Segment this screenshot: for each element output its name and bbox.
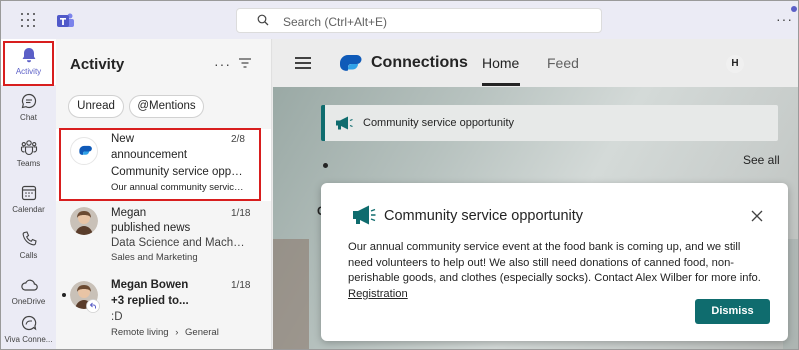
item-count: 1/18 bbox=[231, 208, 251, 219]
app-launcher-icon[interactable] bbox=[21, 13, 35, 27]
dismiss-button[interactable]: Dismiss bbox=[695, 299, 770, 324]
rail-label: OneDrive bbox=[11, 297, 46, 306]
announcement-dialog: Community service opportunity Our annual… bbox=[321, 183, 788, 341]
rail-item-chat[interactable]: Chat bbox=[1, 85, 56, 131]
item-preview-team: General bbox=[185, 327, 219, 338]
filter-mentions-button[interactable]: @Mentions bbox=[129, 95, 204, 118]
registration-link[interactable]: Registration bbox=[348, 288, 408, 300]
rail-item-teams[interactable]: Teams bbox=[1, 131, 56, 177]
activity-item[interactable]: Megan 1/18 published news Data Science a… bbox=[56, 201, 271, 265]
teams-icon bbox=[20, 140, 38, 156]
rail-label: Calendar bbox=[12, 205, 45, 214]
close-icon[interactable] bbox=[751, 210, 763, 222]
tab-home[interactable]: Home bbox=[482, 55, 519, 71]
highlight-box-activity bbox=[3, 41, 54, 86]
item-subtitle: :D bbox=[111, 311, 123, 323]
megaphone-icon bbox=[353, 205, 376, 225]
item-title-line2: +3 replied to... bbox=[111, 295, 189, 307]
item-preview: Sales and Marketing bbox=[111, 252, 198, 263]
tab-active-indicator bbox=[482, 83, 520, 86]
teams-window: Search (Ctrl+Alt+E) ··· Activity Chat Te… bbox=[0, 0, 799, 350]
highlight-box-selected-item bbox=[59, 128, 261, 201]
rail-label: Viva Conne... bbox=[4, 335, 53, 344]
item-subtitle: Data Science and Machin... bbox=[111, 237, 246, 249]
search-placeholder: Search (Ctrl+Alt+E) bbox=[283, 15, 388, 29]
avatar[interactable]: H bbox=[726, 55, 744, 73]
chevron-right-icon: › bbox=[175, 327, 179, 338]
unread-dot bbox=[62, 293, 66, 297]
filter-icon[interactable] bbox=[238, 57, 252, 69]
chat-icon bbox=[21, 93, 37, 109]
teams-logo-icon bbox=[57, 13, 74, 27]
more-options-button[interactable]: ··· bbox=[776, 11, 793, 27]
announcement-banner[interactable]: Community service opportunity bbox=[321, 105, 778, 141]
activity-title: Activity bbox=[70, 56, 125, 73]
bullet-marker bbox=[323, 163, 328, 168]
item-count: 1/18 bbox=[231, 280, 251, 291]
filter-unread-button[interactable]: Unread bbox=[68, 95, 124, 118]
reply-icon bbox=[86, 299, 100, 313]
tab-feed[interactable]: Feed bbox=[547, 55, 579, 71]
banner-text: Community service opportunity bbox=[363, 117, 515, 129]
dialog-body: Our annual community service event at th… bbox=[348, 240, 768, 302]
app-header: Connections Home Feed H bbox=[273, 39, 798, 87]
connections-logo-icon bbox=[340, 55, 362, 71]
rail-item-viva-connections[interactable]: Viva Conne... bbox=[1, 307, 56, 349]
notification-dot bbox=[791, 6, 797, 12]
see-all-link[interactable]: See all bbox=[743, 153, 780, 167]
search-input[interactable]: Search (Ctrl+Alt+E) bbox=[236, 8, 602, 33]
item-title-line1: Megan Bowen bbox=[111, 279, 189, 291]
rail-item-calendar[interactable]: Calendar bbox=[1, 177, 56, 223]
dialog-body-text: Our annual community service event at th… bbox=[348, 241, 761, 284]
phone-icon bbox=[22, 231, 37, 246]
search-icon bbox=[257, 14, 269, 26]
rail-item-calls[interactable]: Calls bbox=[1, 223, 56, 269]
viva-connections-icon bbox=[21, 315, 37, 331]
rail-label: Chat bbox=[20, 113, 37, 122]
news-tile bbox=[273, 239, 309, 349]
rail-label: Calls bbox=[19, 251, 38, 260]
rail-label: Teams bbox=[16, 159, 41, 168]
item-title-line1: Megan bbox=[111, 207, 147, 219]
hamburger-menu-icon[interactable] bbox=[295, 57, 311, 69]
cloud-icon bbox=[21, 279, 38, 291]
calendar-icon bbox=[21, 185, 37, 201]
item-preview: Remote living › General bbox=[111, 327, 246, 338]
megaphone-icon bbox=[336, 116, 353, 130]
item-title-line2: published news bbox=[111, 222, 191, 234]
item-preview-channel: Remote living bbox=[111, 327, 169, 338]
activity-item[interactable]: Megan Bowen 1/18 +3 replied to... :D Rem… bbox=[56, 273, 271, 343]
avatar bbox=[70, 207, 98, 235]
title-bar: Search (Ctrl+Alt+E) ··· bbox=[1, 1, 798, 39]
activity-more-button[interactable]: ··· bbox=[214, 56, 231, 72]
app-title: Connections bbox=[371, 54, 468, 71]
dialog-title: Community service opportunity bbox=[384, 208, 584, 224]
